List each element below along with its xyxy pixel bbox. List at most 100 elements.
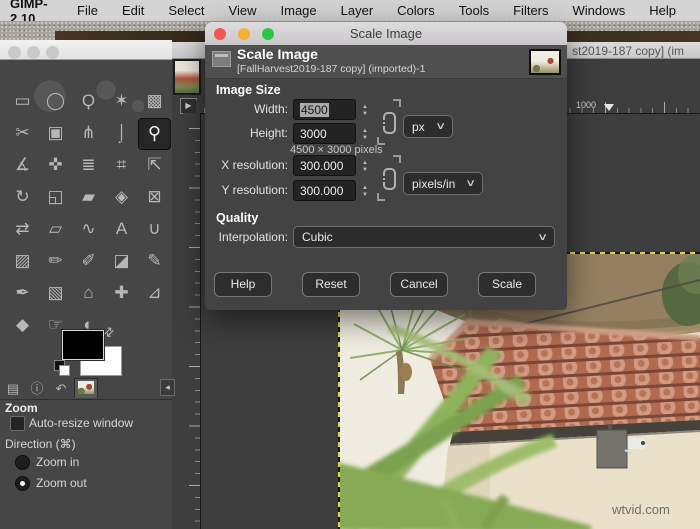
height-input[interactable]: 3000 ▲▼ bbox=[293, 123, 356, 144]
toolbox-zoom-button[interactable] bbox=[46, 46, 59, 59]
fuzzy-select-tool[interactable]: ✶ bbox=[105, 86, 138, 118]
vertical-ruler[interactable] bbox=[183, 113, 201, 529]
paintbrush-tool[interactable]: ✐ bbox=[72, 246, 105, 278]
crop-tool[interactable]: ⌗ bbox=[105, 150, 138, 182]
cage-transform-tool[interactable]: ▱ bbox=[39, 214, 72, 246]
mypaint-brush-tool[interactable]: ▧ bbox=[39, 278, 72, 310]
foreground-color-swatch[interactable] bbox=[62, 330, 104, 360]
gradient-tool[interactable]: ▨ bbox=[6, 246, 39, 278]
direction-label: Direction (⌘) bbox=[5, 437, 76, 451]
menu-layer[interactable]: Layer bbox=[341, 3, 374, 18]
zoom-tool[interactable]: ⚲ bbox=[138, 118, 171, 150]
measure-tool[interactable]: ∡ bbox=[6, 150, 39, 182]
resolution-unit-value: pixels/in bbox=[412, 177, 455, 191]
eraser-tool[interactable]: ◪ bbox=[105, 246, 138, 278]
ink-tool[interactable]: ✒ bbox=[6, 278, 39, 310]
chevron-down-icon: ∨ bbox=[537, 232, 548, 243]
pencil-tool[interactable]: ✏ bbox=[39, 246, 72, 278]
menu-help[interactable]: Help bbox=[649, 3, 676, 18]
ellipse-select-tool[interactable]: ◯ bbox=[39, 86, 72, 118]
size-chain-link-icon[interactable] bbox=[377, 99, 401, 145]
dialog-header-subtitle: [FallHarvest2019-187 copy] (imported)-1 bbox=[237, 63, 426, 75]
width-input[interactable]: 4500 ▲▼ bbox=[293, 99, 356, 120]
menu-colors[interactable]: Colors bbox=[397, 3, 435, 18]
select-by-color-tool[interactable]: ▩ bbox=[138, 86, 171, 118]
width-spinner[interactable]: ▲▼ bbox=[358, 100, 372, 121]
align-tool[interactable]: ≣ bbox=[72, 150, 105, 182]
warp-transform-tool[interactable]: ∿ bbox=[72, 214, 105, 246]
divider bbox=[0, 399, 172, 400]
menu-image[interactable]: Image bbox=[281, 3, 317, 18]
x-resolution-input[interactable]: 300.000 ▲▼ bbox=[293, 155, 356, 176]
zoom-in-label: Zoom in bbox=[36, 455, 79, 469]
watermark: wtvid.com bbox=[612, 502, 670, 517]
menu-items: File Edit Select View Image Layer Colors Tools F… bbox=[77, 3, 700, 18]
zoom-out-radio[interactable] bbox=[15, 476, 30, 491]
width-value: 4500 bbox=[300, 103, 329, 117]
device-status-tab[interactable]: ⓘ bbox=[26, 379, 48, 398]
dialog-zoom-button[interactable] bbox=[262, 28, 274, 40]
pointer-position-marker bbox=[604, 104, 614, 111]
clone-tool[interactable]: ⌂ bbox=[72, 278, 105, 310]
cancel-button[interactable]: Cancel bbox=[390, 272, 448, 297]
resolution-unit-dropdown[interactable]: pixels/in ∨ bbox=[403, 172, 483, 195]
x-resolution-spinner[interactable]: ▲▼ bbox=[358, 156, 372, 177]
width-label: Width: bbox=[180, 102, 288, 116]
image-tab-thumbnail[interactable] bbox=[173, 59, 201, 95]
free-select-tool[interactable]: Ϙ bbox=[72, 86, 105, 118]
reset-button[interactable]: Reset bbox=[302, 272, 360, 297]
zoom-in-radio[interactable] bbox=[15, 455, 30, 470]
resolution-chain-link-icon[interactable] bbox=[377, 155, 401, 201]
foreground-select-tool[interactable]: ▣ bbox=[39, 118, 72, 150]
unit-dropdown[interactable]: px ∨ bbox=[403, 115, 453, 138]
help-button[interactable]: Help bbox=[214, 272, 272, 297]
auto-resize-checkbox[interactable] bbox=[10, 416, 25, 431]
height-spinner[interactable]: ▲▼ bbox=[358, 124, 372, 145]
scale-button[interactable]: Scale bbox=[478, 272, 536, 297]
scissors-select-tool[interactable]: ✂ bbox=[6, 118, 39, 150]
tool-grid: ▭◯Ϙ✶▩✂▣⋔⌡⚲∡✜≣⌗⇱↻◱▰◈⊠⇄▱∿A∪▨✏✐◪✎✒▧⌂✚⊿◆☞◐ bbox=[6, 86, 172, 342]
menu-tools[interactable]: Tools bbox=[459, 3, 489, 18]
toolbox-close-button[interactable] bbox=[8, 46, 21, 59]
move-tool[interactable]: ✜ bbox=[39, 150, 72, 182]
bucket-fill-tool[interactable]: ∪ bbox=[138, 214, 171, 246]
menu-filters[interactable]: Filters bbox=[513, 3, 548, 18]
scale-dialog-icon bbox=[212, 51, 231, 67]
blur-sharpen-tool[interactable]: ◆ bbox=[6, 310, 39, 342]
default-colors-icon[interactable] bbox=[54, 360, 65, 371]
menu-bar: GIMP-2.10 FileEditSelectViewImageLayerCo… bbox=[0, 0, 700, 22]
toolbox-titlebar[interactable] bbox=[0, 40, 172, 60]
unified-transform-tool[interactable]: ⇱ bbox=[138, 150, 171, 182]
handle-transform-tool[interactable]: ◈ bbox=[105, 182, 138, 214]
image-thumbnail-tab[interactable] bbox=[74, 378, 98, 398]
3d-transform-tool[interactable]: ⊠ bbox=[138, 182, 171, 214]
dock-collapse-button[interactable]: ◂ bbox=[160, 379, 175, 396]
undo-history-tab[interactable]: ↶ bbox=[50, 379, 72, 398]
y-resolution-spinner[interactable]: ▲▼ bbox=[358, 181, 372, 202]
shear-tool[interactable]: ▰ bbox=[72, 182, 105, 214]
flip-tool[interactable]: ⇄ bbox=[6, 214, 39, 246]
perspective-clone-tool[interactable]: ⊿ bbox=[138, 278, 171, 310]
color-picker-tool[interactable]: ⌡ bbox=[105, 118, 138, 150]
h-ruler-label: 1000 bbox=[576, 100, 596, 110]
menu-file[interactable]: File bbox=[77, 3, 98, 18]
rectangle-select-tool[interactable]: ▭ bbox=[6, 86, 39, 118]
heal-tool[interactable]: ✚ bbox=[105, 278, 138, 310]
paths-tool[interactable]: ⋔ bbox=[72, 118, 105, 150]
dialog-minimize-button[interactable] bbox=[238, 28, 250, 40]
tool-options-tab[interactable]: ▤ bbox=[2, 379, 24, 398]
menu-view[interactable]: View bbox=[229, 3, 257, 18]
toolbox-minimize-button[interactable] bbox=[27, 46, 40, 59]
scale-tool[interactable]: ◱ bbox=[39, 182, 72, 214]
airbrush-tool[interactable]: ✎ bbox=[138, 246, 171, 278]
tool-options-title: Zoom bbox=[5, 401, 38, 415]
menu-edit[interactable]: Edit bbox=[122, 3, 144, 18]
menu-select[interactable]: Select bbox=[168, 3, 204, 18]
dialog-close-button[interactable] bbox=[214, 28, 226, 40]
menu-windows[interactable]: Windows bbox=[573, 3, 626, 18]
dialog-titlebar[interactable]: Scale Image bbox=[205, 22, 567, 46]
text-tool[interactable]: A bbox=[105, 214, 138, 246]
interpolation-dropdown[interactable]: Cubic ∨ bbox=[293, 226, 555, 248]
y-resolution-input[interactable]: 300.000 ▲▼ bbox=[293, 180, 356, 201]
rotate-tool[interactable]: ↻ bbox=[6, 182, 39, 214]
